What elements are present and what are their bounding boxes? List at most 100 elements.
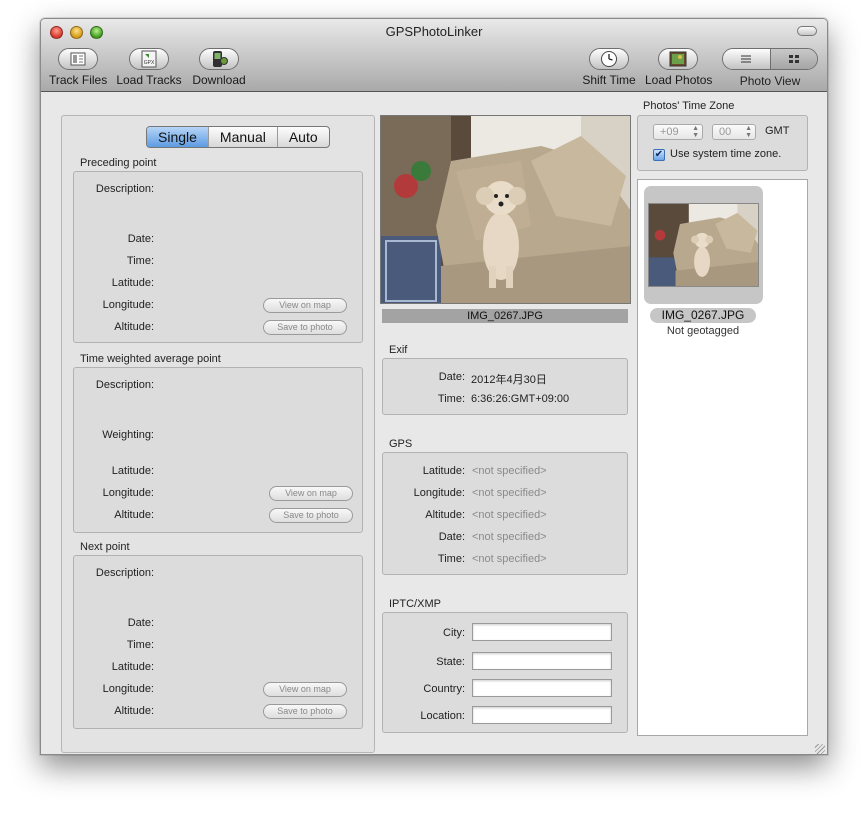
average-point-box: Description: Weighting: Latitude: Longit…	[73, 367, 363, 533]
photo-preview	[380, 115, 631, 304]
view-mode-segmented	[722, 48, 818, 70]
use-system-tz-label: Use system time zone.	[670, 148, 782, 160]
preceding-point-box: Description: Date: Time: Latitude: Longi…	[73, 171, 363, 343]
photo-thumbnail[interactable]	[644, 186, 763, 304]
next-save-to-photo-button[interactable]: Save to photo	[263, 704, 347, 719]
list-view-button[interactable]	[723, 49, 770, 69]
window-title: GPSPhotoLinker	[385, 24, 483, 39]
stepper-arrows-icon: ▲ ▼	[692, 125, 699, 139]
mode-single-button[interactable]: Single	[147, 127, 208, 147]
shift-time-button[interactable]: Shift Time	[581, 48, 637, 87]
resize-grip-icon[interactable]	[815, 744, 825, 754]
gps-longitude-label: Longitude:	[413, 487, 465, 499]
preceding-time-label: Time:	[126, 255, 154, 267]
app-window: GPSPhotoLinker Track Files GPX Load Trac…	[40, 18, 828, 755]
country-field[interactable]	[472, 679, 612, 697]
time-zone-title: Photos' Time Zone	[643, 100, 735, 112]
tz-minutes-stepper[interactable]: 00 ▲ ▼	[712, 124, 756, 140]
stepper-arrows-icon: ▲ ▼	[745, 125, 752, 139]
load-photos-button-shell	[658, 48, 698, 70]
tz-minutes-value: 00	[719, 126, 732, 138]
gps-box: Latitude: <not specified> Longitude: <no…	[382, 452, 628, 575]
load-tracks-button-shell: GPX	[129, 48, 169, 70]
toolbar-toggle-button[interactable]	[797, 26, 817, 36]
iptc-title: IPTC/XMP	[389, 598, 441, 610]
main-content: Single Manual Auto Preceding point Descr…	[41, 93, 827, 754]
thumbnail-filename: IMG_0267.JPG	[650, 308, 756, 323]
average-view-on-map-button[interactable]: View on map	[269, 486, 353, 501]
next-view-on-map-button[interactable]: View on map	[263, 682, 347, 697]
next-point-box: Description: Date: Time: Latitude: Longi…	[73, 555, 363, 729]
next-date-label: Date:	[127, 617, 154, 629]
exif-title: Exif	[389, 344, 408, 356]
use-system-tz-checkbox[interactable]: ✔	[653, 149, 665, 161]
track-files-button-shell	[58, 48, 98, 70]
exif-box: Date: 2012年4月30日 Time: 6:36:26:GMT+09:00	[382, 358, 628, 415]
grid-view-icon	[788, 55, 799, 63]
exif-time-label: Time:	[437, 393, 465, 405]
next-altitude-label: Altitude:	[114, 705, 154, 717]
average-longitude-label: Longitude:	[102, 487, 154, 499]
load-tracks-label: Load Tracks	[116, 73, 182, 87]
dog-thumbnail-image	[649, 204, 758, 286]
thumbnail-status: Not geotagged	[666, 325, 740, 337]
time-zone-box: +09 ▲ ▼ 00 ▲ ▼ GMT ✔ Use system time zone.	[637, 115, 808, 171]
download-button[interactable]: Download	[191, 48, 247, 87]
gps-date-label: Date:	[438, 531, 465, 543]
exif-date-value: 2012年4月30日	[471, 374, 547, 386]
download-label: Download	[192, 73, 246, 87]
average-latitude-label: Latitude:	[111, 465, 154, 477]
preceding-point-title: Preceding point	[80, 157, 157, 169]
next-longitude-label: Longitude:	[102, 683, 154, 695]
city-field[interactable]	[472, 623, 612, 641]
photo-view-button[interactable]	[769, 49, 817, 69]
preceding-latitude-label: Latitude:	[111, 277, 154, 289]
exif-time-value: 6:36:26:GMT+09:00	[471, 393, 570, 405]
preceding-save-to-photo-button[interactable]: Save to photo	[263, 320, 347, 335]
tz-hours-stepper[interactable]: +09 ▲ ▼	[653, 124, 703, 140]
download-button-shell	[199, 48, 239, 70]
track-files-icon	[70, 52, 86, 66]
tz-gmt-label: GMT	[765, 125, 790, 137]
preceding-date-label: Date:	[127, 233, 154, 245]
mode-manual-button[interactable]: Manual	[207, 127, 277, 147]
track-files-button[interactable]: Track Files	[49, 48, 107, 87]
average-save-to-photo-button[interactable]: Save to photo	[269, 508, 353, 523]
gps-longitude-value: <not specified>	[472, 487, 547, 499]
toolbar: GPSPhotoLinker Track Files GPX Load Trac…	[41, 19, 827, 92]
gps-time-value: <not specified>	[472, 553, 547, 565]
gps-time-label: Time:	[437, 553, 465, 565]
average-altitude-label: Altitude:	[114, 509, 154, 521]
mode-auto-button[interactable]: Auto	[276, 127, 329, 147]
shift-time-label: Shift Time	[582, 73, 636, 87]
preceding-view-on-map-button[interactable]: View on map	[263, 298, 347, 313]
gps-altitude-label: Altitude:	[425, 509, 465, 521]
next-latitude-label: Latitude:	[111, 661, 154, 673]
mode-segmented-control: Single Manual Auto	[146, 126, 330, 148]
gpx-badge-text: GPX	[144, 60, 155, 66]
tz-hours-value: +09	[660, 126, 679, 138]
photo-browser: IMG_0267.JPG Not geotagged	[637, 179, 808, 736]
next-point-title: Next point	[80, 541, 130, 553]
iptc-location-label: Location:	[420, 710, 465, 722]
photo-stack-icon	[669, 51, 687, 67]
state-field[interactable]	[472, 652, 612, 670]
gps-latitude-value: <not specified>	[472, 465, 547, 477]
load-tracks-button[interactable]: GPX Load Tracks	[116, 48, 182, 87]
thumbnail-image	[648, 203, 759, 287]
exif-date-label: Date:	[438, 371, 465, 383]
clock-icon	[601, 51, 617, 67]
next-description-label: Description:	[95, 567, 154, 579]
track-points-panel: Single Manual Auto Preceding point Descr…	[61, 115, 375, 753]
preceding-altitude-label: Altitude:	[114, 321, 154, 333]
checkmark-icon: ✔	[654, 149, 664, 160]
dog-photo-image	[381, 116, 630, 303]
gpx-file-icon: GPX	[141, 50, 157, 68]
average-point-title: Time weighted average point	[80, 353, 221, 365]
average-weighting-label: Weighting:	[102, 429, 154, 441]
location-field[interactable]	[472, 706, 612, 724]
average-description-label: Description:	[95, 379, 154, 391]
gps-title: GPS	[389, 438, 413, 450]
gps-latitude-label: Latitude:	[422, 465, 465, 477]
load-photos-button[interactable]: Load Photos	[645, 48, 712, 87]
